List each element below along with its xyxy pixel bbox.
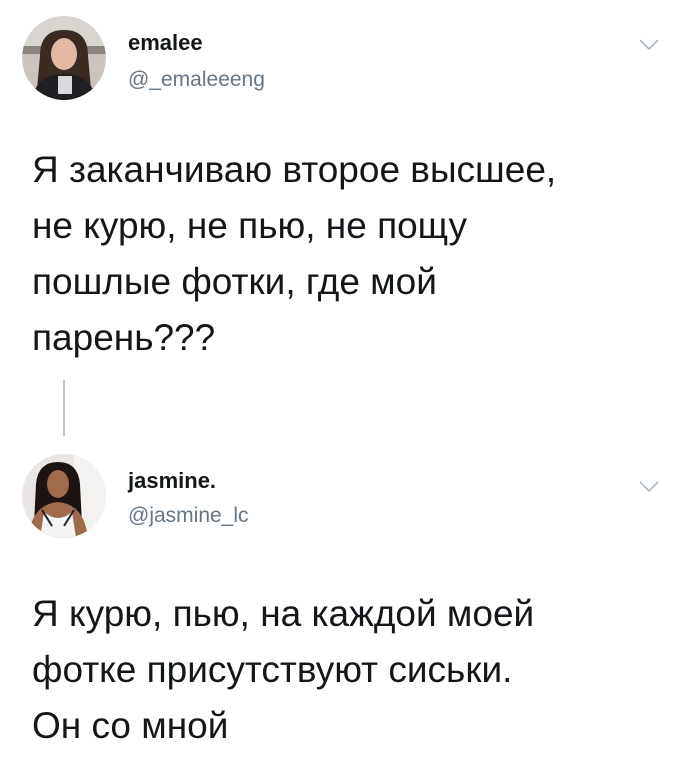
user-handle[interactable]: @_emaleeeng bbox=[128, 68, 265, 92]
profile-photo-icon bbox=[22, 16, 106, 100]
profile-photo-icon bbox=[22, 454, 106, 538]
tweet-text: Я курю, пью, на каждой моей фотке присут… bbox=[32, 593, 535, 746]
display-name[interactable]: jasmine. bbox=[128, 468, 216, 494]
tweet-emalee: emalee @_emaleeeng Я заканчиваю второе в… bbox=[0, 0, 686, 370]
tweet-jasmine: jasmine. @jasmine_lc Я курю, пью, на каж… bbox=[0, 440, 686, 784]
avatar-jasmine[interactable] bbox=[22, 454, 106, 538]
chevron-down-icon[interactable] bbox=[638, 38, 660, 52]
avatar-emalee[interactable] bbox=[22, 16, 106, 100]
tweet-text: Я заканчиваю второе высшее, не курю, не … bbox=[32, 149, 557, 358]
user-handle[interactable]: @jasmine_lc bbox=[128, 504, 249, 528]
display-name[interactable]: emalee bbox=[128, 30, 203, 56]
thread-connector bbox=[63, 380, 65, 436]
chevron-down-icon[interactable] bbox=[638, 480, 660, 494]
